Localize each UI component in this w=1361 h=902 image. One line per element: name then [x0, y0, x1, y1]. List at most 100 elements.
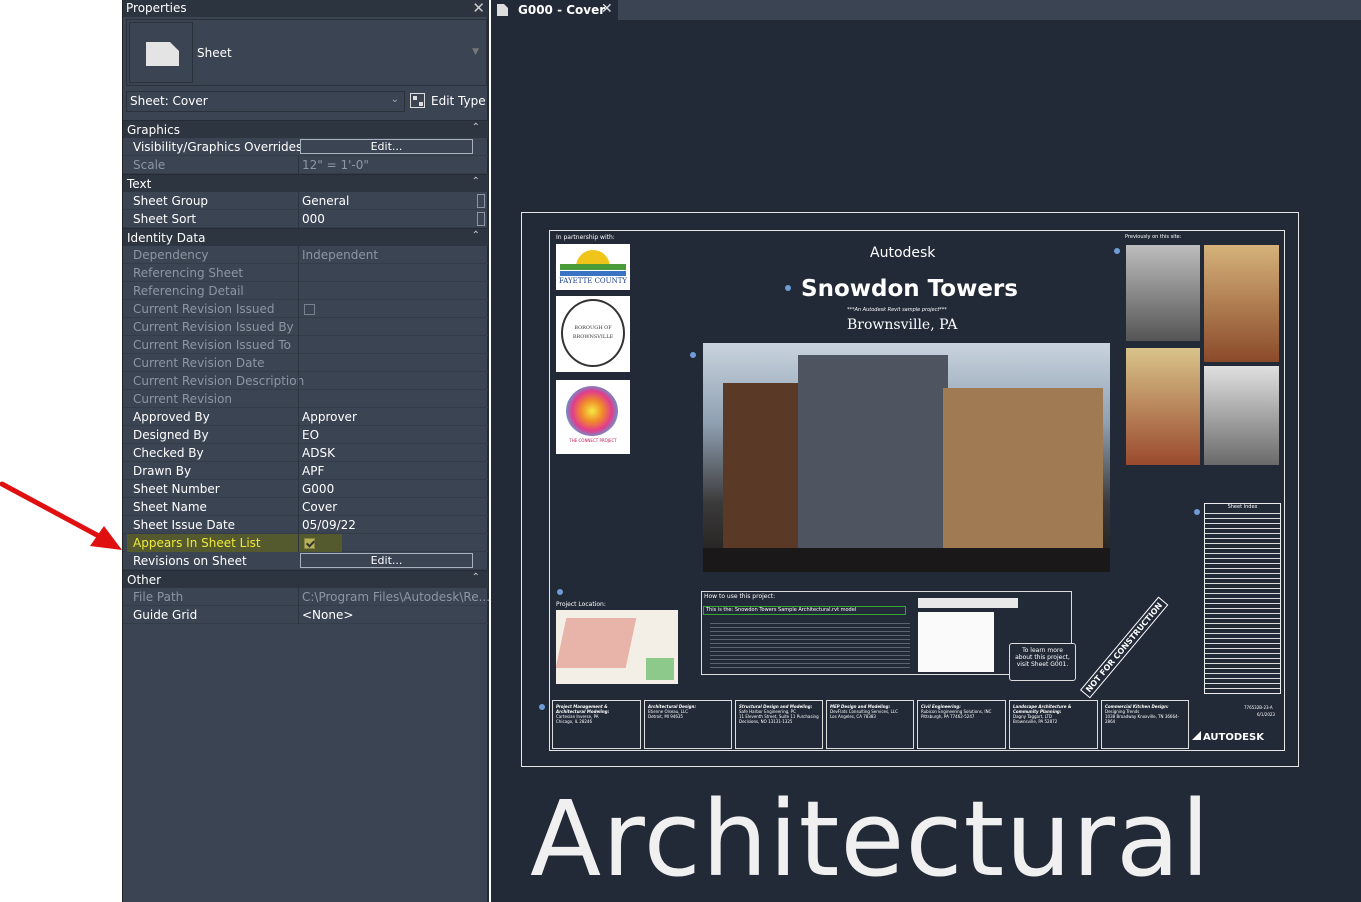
project-location-label: Project Location: — [556, 601, 606, 608]
prop-value[interactable]: APF — [302, 464, 324, 478]
prop-row-sheet-group[interactable]: Sheet Group General — [123, 192, 488, 210]
learn-more-callout: To learn more about this project, visit … — [1009, 643, 1076, 681]
prop-value[interactable]: ADSK — [302, 446, 335, 460]
prop-label: Designed By — [133, 428, 209, 442]
prop-label: Referencing Sheet — [133, 266, 244, 280]
prop-row-designed-by[interactable]: Designed By EO — [123, 426, 488, 444]
tb-addr: Pittsburgh, PA 77462-5247 — [921, 714, 975, 719]
prop-value[interactable]: G000 — [302, 482, 334, 496]
titleblock-cell-7: Commercial Kitchen Design: Designing Tren… — [1101, 700, 1189, 749]
browse-icon[interactable] — [477, 212, 485, 226]
tb-addr: Chicago, IL 28246 — [556, 719, 593, 724]
prop-row-sheet-name[interactable]: Sheet Name Cover — [123, 498, 488, 516]
prop-label: Sheet Name — [133, 500, 207, 514]
prop-value[interactable]: 000 — [302, 212, 325, 226]
tag-icon — [785, 285, 791, 291]
prop-row-current-revision-issued-by: Current Revision Issued By — [123, 318, 488, 336]
titleblock-cell-6: Landscape Architecture & Community Plann… — [1009, 700, 1098, 749]
edit-type-label: Edit Type — [431, 94, 486, 108]
architectural-caption: Architectural — [530, 778, 1211, 900]
visibility-edit-button[interactable]: Edit... — [300, 139, 473, 154]
red-arrow-annotation — [0, 481, 122, 550]
tb-role: Landscape Architecture & Community Plann… — [1013, 704, 1072, 714]
tb-addr: Detroit, MI 94635 — [648, 714, 683, 719]
prop-label: Sheet Sort — [133, 212, 197, 226]
brand-text: AUTODESK — [1203, 732, 1264, 743]
prop-row-referencing-detail: Referencing Detail — [123, 282, 488, 300]
sheet-index-title: Sheet Index — [1205, 504, 1280, 511]
model-name-box: This is the: Snowdon Towers Sample Archi… — [703, 606, 906, 615]
group-graphics[interactable]: Graphics ⌃ — [123, 120, 488, 138]
type-selector[interactable]: Sheet ▼ — [126, 19, 487, 86]
browse-icon[interactable] — [477, 194, 485, 208]
prop-label: Sheet Number — [133, 482, 220, 496]
properties-title-bar: Properties ✕ — [123, 0, 488, 17]
appears-in-sheet-list-checkbox[interactable] — [304, 538, 315, 549]
prop-row-checked-by[interactable]: Checked By ADSK — [123, 444, 488, 462]
prop-value[interactable]: <None> — [302, 608, 353, 622]
prop-value[interactable]: 05/09/22 — [302, 518, 356, 532]
prop-row-sheet-number[interactable]: Sheet Number G000 — [123, 480, 488, 498]
prop-label: Current Revision Description — [133, 374, 305, 388]
properties-title: Properties — [126, 1, 187, 15]
collapse-icon[interactable]: ⌃ — [472, 122, 480, 133]
prop-row-visibility-overrides: Visibility/Graphics Overrides Edit... — [123, 138, 488, 156]
prop-value[interactable]: General — [302, 194, 349, 208]
type-name: Sheet — [197, 46, 232, 60]
prop-label: Current Revision Date — [133, 356, 265, 370]
prop-row-approved-by[interactable]: Approved By Approver — [123, 408, 488, 426]
prop-row-file-path: File Path C:\Program Files\Autodesk\Re..… — [123, 588, 490, 606]
project-title: Snowdon Towers — [801, 276, 1018, 302]
prop-label: Dependency — [133, 248, 209, 262]
prop-value[interactable]: EO — [302, 428, 319, 442]
project-subtitle: ***An Autodesk Revit sample project*** — [847, 307, 947, 313]
instance-filter-dropdown[interactable]: Sheet: Cover ⌄ — [126, 91, 405, 112]
view-tab-g000[interactable]: G000 - Cover ✕ — [491, 0, 618, 21]
historic-photo-4 — [1204, 366, 1279, 465]
prop-row-current-revision-issued: Current Revision Issued — [123, 300, 488, 318]
prop-row-sheet-sort[interactable]: Sheet Sort 000 — [123, 210, 488, 228]
prop-label: Current Revision Issued By — [133, 320, 294, 334]
prop-label: Current Revision — [133, 392, 233, 406]
prop-value[interactable]: Approver — [302, 410, 357, 424]
prop-value[interactable]: Cover — [302, 500, 337, 514]
titleblock-cell-4: MEP Design and Modeling: DevFlats Consult… — [826, 700, 914, 749]
tag-icon — [1114, 248, 1120, 254]
revisions-edit-button[interactable]: Edit... — [300, 553, 473, 568]
tb-role: Project Management & Architectural Model… — [556, 704, 610, 714]
tb-addr: Brownsville, PA 52872 — [1013, 719, 1058, 724]
prop-row-appears-in-sheet-list[interactable]: Appears In Sheet List — [123, 534, 488, 552]
sheet-type-icon — [129, 22, 193, 83]
sheet-icon — [497, 4, 508, 16]
prop-row-drawn-by[interactable]: Drawn By APF — [123, 462, 488, 480]
close-icon[interactable]: ✕ — [472, 0, 485, 17]
chevron-down-icon: ⌄ — [390, 94, 399, 105]
historic-photo-2 — [1204, 245, 1279, 362]
prop-label: Sheet Group — [133, 194, 209, 208]
prop-row-sheet-issue-date[interactable]: Sheet Issue Date 05/09/22 — [123, 516, 488, 534]
group-label: Other — [127, 573, 162, 587]
edit-type-button[interactable]: Edit Type — [410, 93, 488, 111]
prop-label: File Path — [133, 590, 184, 604]
prop-row-guide-grid[interactable]: Guide Grid <None> — [123, 606, 488, 624]
titleblock-cell-3: Structural Design and Modeling: Safe Harb… — [735, 700, 823, 749]
chevron-down-icon[interactable]: ▼ — [472, 47, 479, 57]
collapse-icon[interactable]: ⌃ — [472, 176, 480, 187]
autodesk-mark-icon — [1192, 731, 1201, 740]
collapse-icon[interactable]: ⌃ — [472, 572, 480, 583]
close-tab-icon[interactable]: ✕ — [601, 1, 613, 17]
location-map — [556, 610, 678, 684]
prop-row-current-revision-issued-to: Current Revision Issued To — [123, 336, 488, 354]
group-text[interactable]: Text ⌃ — [123, 174, 488, 192]
collapse-icon[interactable]: ⌃ — [472, 230, 480, 241]
logo-text: FAYETTE COUNTY — [559, 277, 627, 285]
group-other[interactable]: Other ⌃ — [123, 570, 488, 588]
prop-row-dependency: Dependency Independent — [123, 246, 488, 264]
group-label: Identity Data — [127, 231, 206, 245]
prop-label: Approved By — [133, 410, 210, 424]
connect-project-logo: THE CONNECT PROJECT — [556, 380, 630, 454]
prop-row-revisions-on-sheet: Revisions on Sheet Edit... — [123, 552, 488, 570]
tag-icon — [690, 352, 696, 358]
properties-panel: Properties ✕ Sheet ▼ Sheet: Cover ⌄ Edit… — [122, 0, 490, 902]
group-identity-data[interactable]: Identity Data ⌃ — [123, 228, 488, 246]
